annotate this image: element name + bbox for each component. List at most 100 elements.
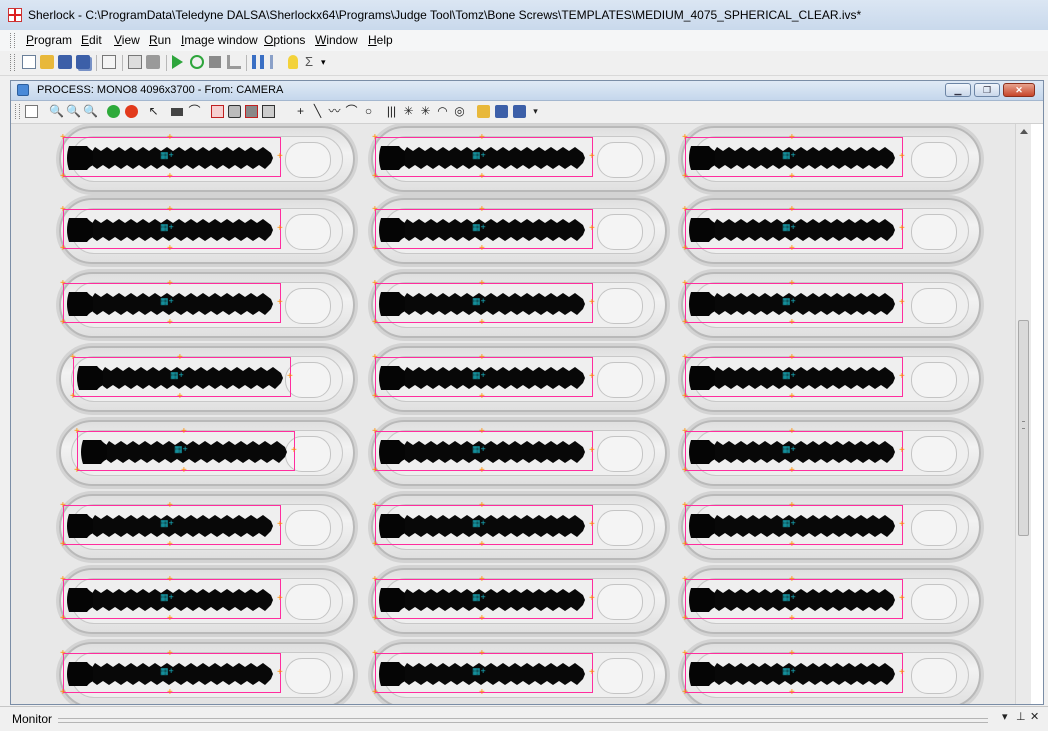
edge-marker: + <box>372 171 378 182</box>
slot-tip <box>597 288 643 324</box>
zoom-out-icon[interactable]: 🔍 <box>49 105 64 118</box>
properties-icon[interactable] <box>25 105 38 118</box>
scroll-up-arrow-icon[interactable] <box>1020 129 1028 134</box>
edge-marker: + <box>167 243 173 254</box>
menu-program[interactable]: Program <box>26 33 72 47</box>
edge-marker: + <box>479 317 485 328</box>
menu-edit[interactable]: Edit <box>81 33 102 47</box>
annulus-select-icon[interactable] <box>262 105 275 118</box>
zoom-fit-icon[interactable]: 🔍 <box>83 105 98 118</box>
pointer-icon[interactable]: ↖ <box>147 105 160 118</box>
close-button[interactable]: ✕ <box>1003 83 1035 97</box>
vertical-scrollbar[interactable] <box>1015 124 1031 704</box>
edge-marker: + <box>372 465 378 476</box>
restore-button[interactable]: ❐ <box>974 83 1000 97</box>
edge-marker: + <box>789 539 795 550</box>
edge-marker: + <box>167 171 173 182</box>
menubar-grip[interactable] <box>10 33 15 48</box>
spoke-icon[interactable]: ✳ <box>402 105 415 118</box>
arc-roi-icon[interactable]: ⌒ <box>188 105 201 118</box>
pause-icon[interactable] <box>252 55 264 69</box>
center-marker: ▦+ <box>472 518 486 528</box>
menu-options[interactable]: Options <box>264 33 305 47</box>
edge-marker: + <box>789 500 795 511</box>
inspection-image[interactable]: + + + + + ▦+ + + + + + ▦+ + + + + + ▦+ + + + + + ▦+ + + + + + ▦+ + + + + +… <box>11 124 1015 704</box>
toolbar-separator <box>166 55 167 71</box>
line-roi-icon[interactable]: ╲ <box>311 105 324 118</box>
red-light-icon[interactable] <box>125 105 138 118</box>
monitor-close-icon[interactable]: ✕ <box>1030 710 1039 723</box>
image-toolbar-overflow-icon[interactable]: ▾ <box>529 105 542 118</box>
print-icon[interactable] <box>102 55 116 69</box>
save-all-icon[interactable] <box>513 105 526 118</box>
edge-marker: + <box>287 371 293 382</box>
copy-icon[interactable] <box>128 55 142 69</box>
resume-icon[interactable] <box>270 55 284 69</box>
scroll-thumb[interactable] <box>1018 320 1029 536</box>
monitor-pin-icon[interactable]: ⊥ <box>1016 710 1026 723</box>
rake-icon[interactable]: ||| <box>385 105 398 118</box>
edge-marker: + <box>789 204 795 215</box>
menu-window[interactable]: Window <box>315 33 358 47</box>
edge-marker: + <box>60 278 66 289</box>
main-toolbar: Σ ▾ <box>0 51 1048 76</box>
center-marker: ▦+ <box>782 518 796 528</box>
edge-marker: + <box>589 223 595 234</box>
edge-marker: + <box>167 132 173 143</box>
zoom-in-icon[interactable]: 🔍 <box>66 105 81 118</box>
edge-marker: + <box>60 574 66 585</box>
save-as-icon[interactable] <box>76 55 90 69</box>
edge-marker: + <box>60 243 66 254</box>
edge-marker: + <box>479 574 485 585</box>
edge-marker: + <box>167 204 173 215</box>
paste-icon[interactable] <box>146 55 160 69</box>
image-window-title-bar: PROCESS: MONO8 4096x3700 - From: CAMERA … <box>11 81 1043 101</box>
edge-marker: + <box>372 352 378 363</box>
minimize-button[interactable]: ▁ <box>945 83 971 97</box>
monitor-dropdown-icon[interactable]: ▾ <box>1002 710 1008 723</box>
stop-icon[interactable] <box>209 56 221 68</box>
polyline-roi-icon[interactable]: 〰 <box>328 105 341 118</box>
spoke-alt-icon[interactable]: ✳ <box>419 105 432 118</box>
menu-help[interactable]: Help <box>368 33 393 47</box>
edge-marker: + <box>60 539 66 550</box>
menu-run[interactable]: Run <box>149 33 171 47</box>
process-image-window: PROCESS: MONO8 4096x3700 - From: CAMERA … <box>10 80 1044 705</box>
rectangle-roi-icon[interactable] <box>171 108 183 116</box>
menu-view[interactable]: View <box>114 33 140 47</box>
arc-icon[interactable]: ⌒ <box>345 105 358 118</box>
new-icon[interactable] <box>22 55 36 69</box>
bullseye-icon[interactable]: ◠ <box>436 105 449 118</box>
run-continuous-icon[interactable] <box>190 55 204 69</box>
load-image-icon[interactable] <box>477 105 490 118</box>
open-icon[interactable] <box>40 55 54 69</box>
slot-tip <box>597 658 643 694</box>
run-icon[interactable] <box>172 55 183 69</box>
sherlock-app-icon[interactable] <box>8 8 22 22</box>
edge-marker: + <box>789 243 795 254</box>
edge-marker: + <box>181 465 187 476</box>
toolbar-overflow-icon[interactable]: ▾ <box>321 55 335 69</box>
sigma-icon[interactable]: Σ <box>305 55 319 69</box>
green-light-icon[interactable] <box>107 105 120 118</box>
edge-marker: + <box>167 574 173 585</box>
step-icon[interactable] <box>227 55 241 69</box>
point-roi-icon[interactable]: + <box>294 105 307 118</box>
monitor-panel: Monitor ▾ ⊥ ✕ <box>0 706 1048 731</box>
polygon-select-icon[interactable] <box>245 105 258 118</box>
circle-icon[interactable]: ○ <box>362 105 375 118</box>
save-icon[interactable] <box>58 55 72 69</box>
edge-marker: + <box>60 204 66 215</box>
edge-marker: + <box>291 445 297 456</box>
rect-select-icon[interactable] <box>211 105 224 118</box>
center-marker: ▦+ <box>472 150 486 160</box>
lightbulb-icon[interactable] <box>288 55 298 69</box>
toolbar-grip[interactable] <box>10 54 15 71</box>
save-image-icon[interactable] <box>495 105 508 118</box>
menu-image-window[interactable]: Image window <box>181 33 258 47</box>
circle-select-icon[interactable] <box>228 105 241 118</box>
image-toolbar-grip[interactable] <box>15 104 20 119</box>
target-icon[interactable]: ◎ <box>453 105 466 118</box>
edge-marker: + <box>372 132 378 143</box>
edge-marker: + <box>789 465 795 476</box>
